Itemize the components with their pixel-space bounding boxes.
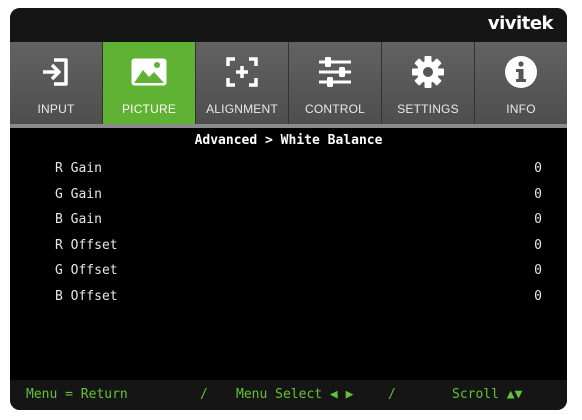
tab-settings-label: SETTINGS: [397, 102, 459, 116]
menu-row-g-gain[interactable]: G Gain 0: [10, 185, 567, 207]
row-value: 0: [534, 289, 542, 304]
tab-control[interactable]: CONTROL: [289, 42, 382, 124]
tab-input[interactable]: INPUT: [10, 42, 103, 124]
row-value: 0: [534, 161, 542, 176]
tab-alignment[interactable]: ALIGNMENT: [196, 42, 289, 124]
tab-info[interactable]: INFO: [475, 42, 567, 124]
row-value: 0: [534, 187, 542, 202]
help-bar: Menu = Return / Menu Select ◀ ▶ / Scroll…: [10, 380, 567, 410]
row-label: B Gain: [55, 212, 102, 227]
vivitek-logo: vivitek: [487, 13, 554, 34]
menu-row-b-gain[interactable]: B Gain 0: [10, 210, 567, 232]
settings-icon: [382, 54, 474, 90]
row-value: 0: [534, 212, 542, 227]
scroll-hint: Scroll ▲▼: [452, 387, 523, 402]
row-label: R Gain: [55, 161, 102, 176]
tab-settings[interactable]: SETTINGS: [382, 42, 475, 124]
osd-menu: vivitek INPUT PICTURE ALIGNMENT CONTROL …: [10, 8, 567, 410]
brand-bar: vivitek: [10, 8, 567, 42]
tab-control-label: CONTROL: [304, 102, 366, 116]
menu-row-g-offset[interactable]: G Offset 0: [10, 261, 567, 283]
hint-divider: /: [388, 387, 396, 402]
input-icon: [10, 54, 102, 90]
white-balance-panel: Advanced > White Balance R Gain 0 G Gain…: [10, 128, 567, 378]
row-label: G Offset: [55, 263, 118, 278]
tab-alignment-label: ALIGNMENT: [206, 102, 278, 116]
menu-tabs: INPUT PICTURE ALIGNMENT CONTROL SETTINGS…: [10, 42, 567, 124]
row-label: G Gain: [55, 187, 102, 202]
tab-picture[interactable]: PICTURE: [103, 42, 196, 124]
row-label: R Offset: [55, 238, 118, 253]
row-value: 0: [534, 263, 542, 278]
menu-row-b-offset[interactable]: B Offset 0: [10, 287, 567, 309]
row-label: B Offset: [55, 289, 118, 304]
menu-row-r-gain[interactable]: R Gain 0: [10, 159, 567, 181]
page-title: Advanced > White Balance: [194, 133, 383, 148]
return-hint: Menu = Return: [26, 387, 128, 402]
row-value: 0: [534, 238, 542, 253]
info-icon: [475, 54, 567, 90]
alignment-icon: [196, 54, 288, 90]
tab-picture-label: PICTURE: [121, 102, 177, 116]
menu-row-r-offset[interactable]: R Offset 0: [10, 236, 567, 258]
select-hint: Menu Select ◀ ▶: [236, 387, 354, 402]
picture-icon: [103, 54, 195, 90]
tab-info-label: INFO: [506, 102, 536, 116]
control-icon: [289, 54, 381, 90]
hint-divider: /: [200, 387, 208, 402]
tab-input-label: INPUT: [37, 102, 75, 116]
